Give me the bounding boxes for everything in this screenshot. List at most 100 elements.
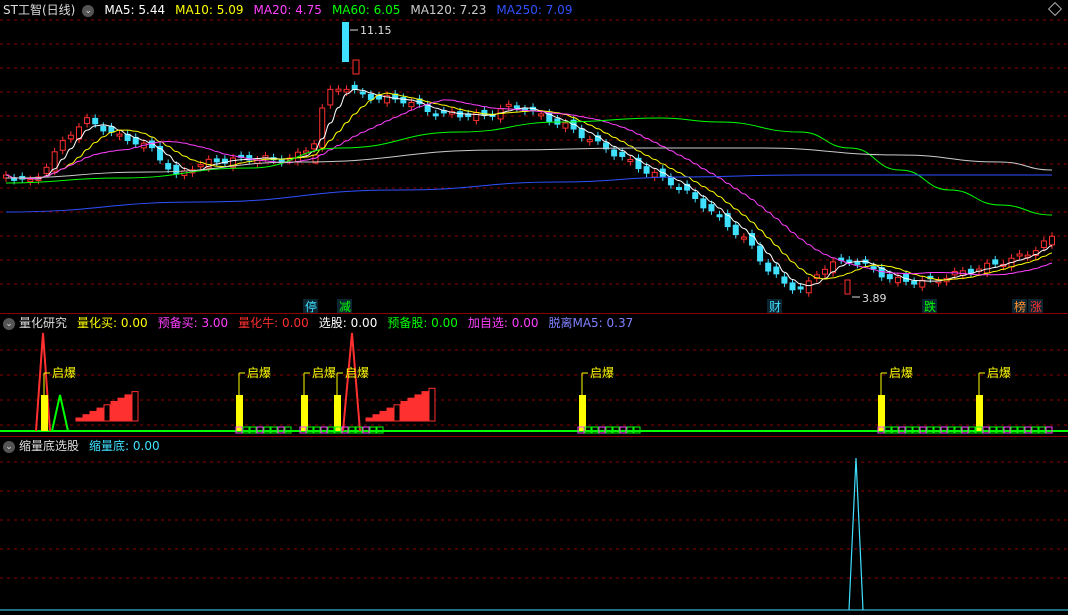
candle-body [505, 103, 512, 107]
candle-body [732, 224, 739, 236]
event-marker-2: 财 [769, 300, 781, 314]
ma60-line [5, 117, 1053, 216]
candle-body [578, 128, 585, 139]
candle-body [27, 179, 34, 183]
candle-body [43, 166, 50, 174]
candle-body [821, 268, 828, 275]
quant-spike [342, 332, 361, 432]
candle-body [513, 105, 520, 109]
event-marker-5: 涨 [1030, 299, 1042, 314]
signal-label-3: 启爆 [345, 366, 369, 380]
candle-body [100, 125, 107, 132]
candle-body [352, 59, 360, 75]
candle-body [846, 259, 853, 263]
candle-body [473, 112, 480, 121]
candle-body [342, 22, 349, 62]
quant-stair-bar [75, 417, 83, 422]
candle-body [213, 158, 220, 163]
quant-stair-bar [421, 391, 429, 422]
candle-body [165, 163, 172, 170]
ma20-line [5, 99, 1053, 276]
signal-label-4: 启爆 [590, 366, 614, 380]
candle-body [894, 276, 901, 284]
candle-body [59, 140, 66, 151]
stock-chart-canvas[interactable]: 11.153.89停减财跌榜涨启爆 启爆 启爆 启爆 启爆 启爆 启爆 [0, 0, 1068, 615]
candle-body [700, 198, 707, 209]
candle-body [919, 279, 926, 288]
signal-label-5: 启爆 [889, 366, 913, 380]
candle-body [838, 257, 845, 261]
candle-body [651, 171, 658, 178]
candle-body [311, 143, 318, 150]
candle-body [854, 261, 861, 265]
candle-body [408, 101, 415, 108]
quant-stair-bar [414, 394, 422, 422]
candle-body [667, 176, 674, 186]
quant-stair-bar [365, 417, 373, 422]
candle-body [481, 109, 488, 116]
candle-body [367, 93, 374, 100]
low-price-label: 3.89 [862, 292, 887, 305]
candle-body [619, 151, 626, 157]
candle-body [692, 192, 699, 199]
candle-body [375, 95, 382, 100]
event-marker-1: 减 [339, 300, 351, 314]
quant-stair-bar [393, 404, 401, 422]
quant-stair-bar [372, 414, 380, 422]
candle-body [886, 274, 893, 280]
quant-stair-bar [379, 410, 387, 422]
event-marker-3: 跌 [924, 299, 936, 314]
quant-stair-bar [117, 397, 125, 422]
candle-body [335, 88, 342, 92]
quant-stair-bar [407, 397, 415, 422]
candle-body [643, 166, 650, 174]
candle-body [967, 268, 974, 274]
candle-body [765, 262, 772, 272]
candle-body [757, 245, 764, 262]
signal-label-2: 启爆 [312, 366, 336, 380]
quant-stair-bar [96, 407, 104, 422]
signal-bar [878, 395, 885, 431]
quant-stair-bar [103, 404, 111, 422]
quant-stair-bar [131, 391, 139, 422]
high-price-label: 11.15 [360, 24, 392, 37]
candle-body [67, 134, 74, 140]
ma5-line [5, 88, 1053, 287]
candle-body [781, 276, 788, 284]
quant-stair-bar [400, 401, 408, 422]
quant-stair-bar [89, 410, 97, 422]
candle-body [1040, 240, 1047, 249]
candle-body [400, 96, 407, 104]
ma10-line [5, 92, 1053, 281]
candle-body [586, 139, 593, 143]
signal-bar [301, 395, 308, 431]
candle-body [343, 88, 350, 93]
shrink-bottom-spike [848, 457, 864, 611]
candle-body [716, 214, 723, 218]
candle-body [173, 164, 180, 175]
signal-label-1: 启爆 [247, 366, 271, 380]
candle-body [124, 133, 131, 142]
candle-body [984, 262, 991, 274]
candle-body [440, 110, 447, 114]
signal-bar [976, 395, 983, 431]
signal-bar [236, 395, 243, 431]
signal-bar [579, 395, 586, 431]
candle-body [676, 186, 683, 190]
candle-body [1024, 254, 1031, 258]
quant-stair-bar [110, 401, 118, 422]
candlestick-series [3, 22, 1055, 297]
candle-body [789, 282, 796, 291]
event-marker-4: 榜 [1014, 299, 1026, 314]
candle-body [797, 286, 804, 290]
quant-stair-bar [386, 407, 394, 422]
candle-body [870, 266, 877, 270]
candle-body [432, 113, 439, 117]
candle-body [708, 204, 715, 212]
quant-stair-bar [82, 414, 90, 422]
candle-body [457, 111, 464, 118]
candle-body [878, 267, 885, 278]
candle-body [327, 88, 334, 106]
candle-body [740, 236, 747, 240]
candle-body [844, 279, 851, 295]
